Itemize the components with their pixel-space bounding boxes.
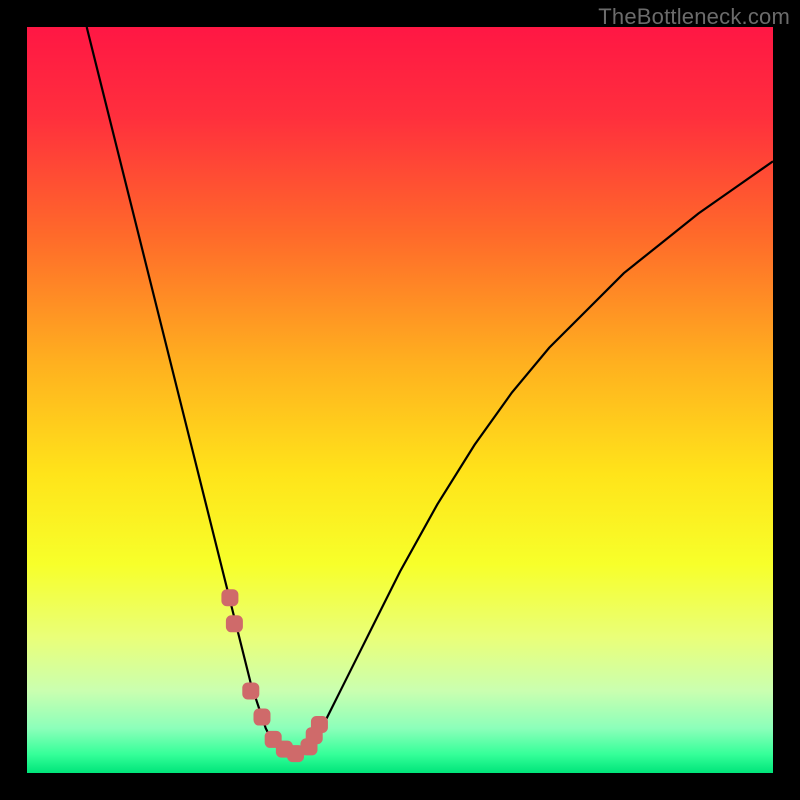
chart-area	[27, 27, 773, 773]
marker-point	[243, 683, 259, 699]
marker-point	[311, 717, 327, 733]
marker-point	[254, 709, 270, 725]
marker-point	[226, 616, 242, 632]
marker-point	[222, 590, 238, 606]
gradient-background	[27, 27, 773, 773]
bottleneck-chart	[27, 27, 773, 773]
outer-frame: TheBottleneck.com	[0, 0, 800, 800]
watermark-text: TheBottleneck.com	[598, 4, 790, 30]
